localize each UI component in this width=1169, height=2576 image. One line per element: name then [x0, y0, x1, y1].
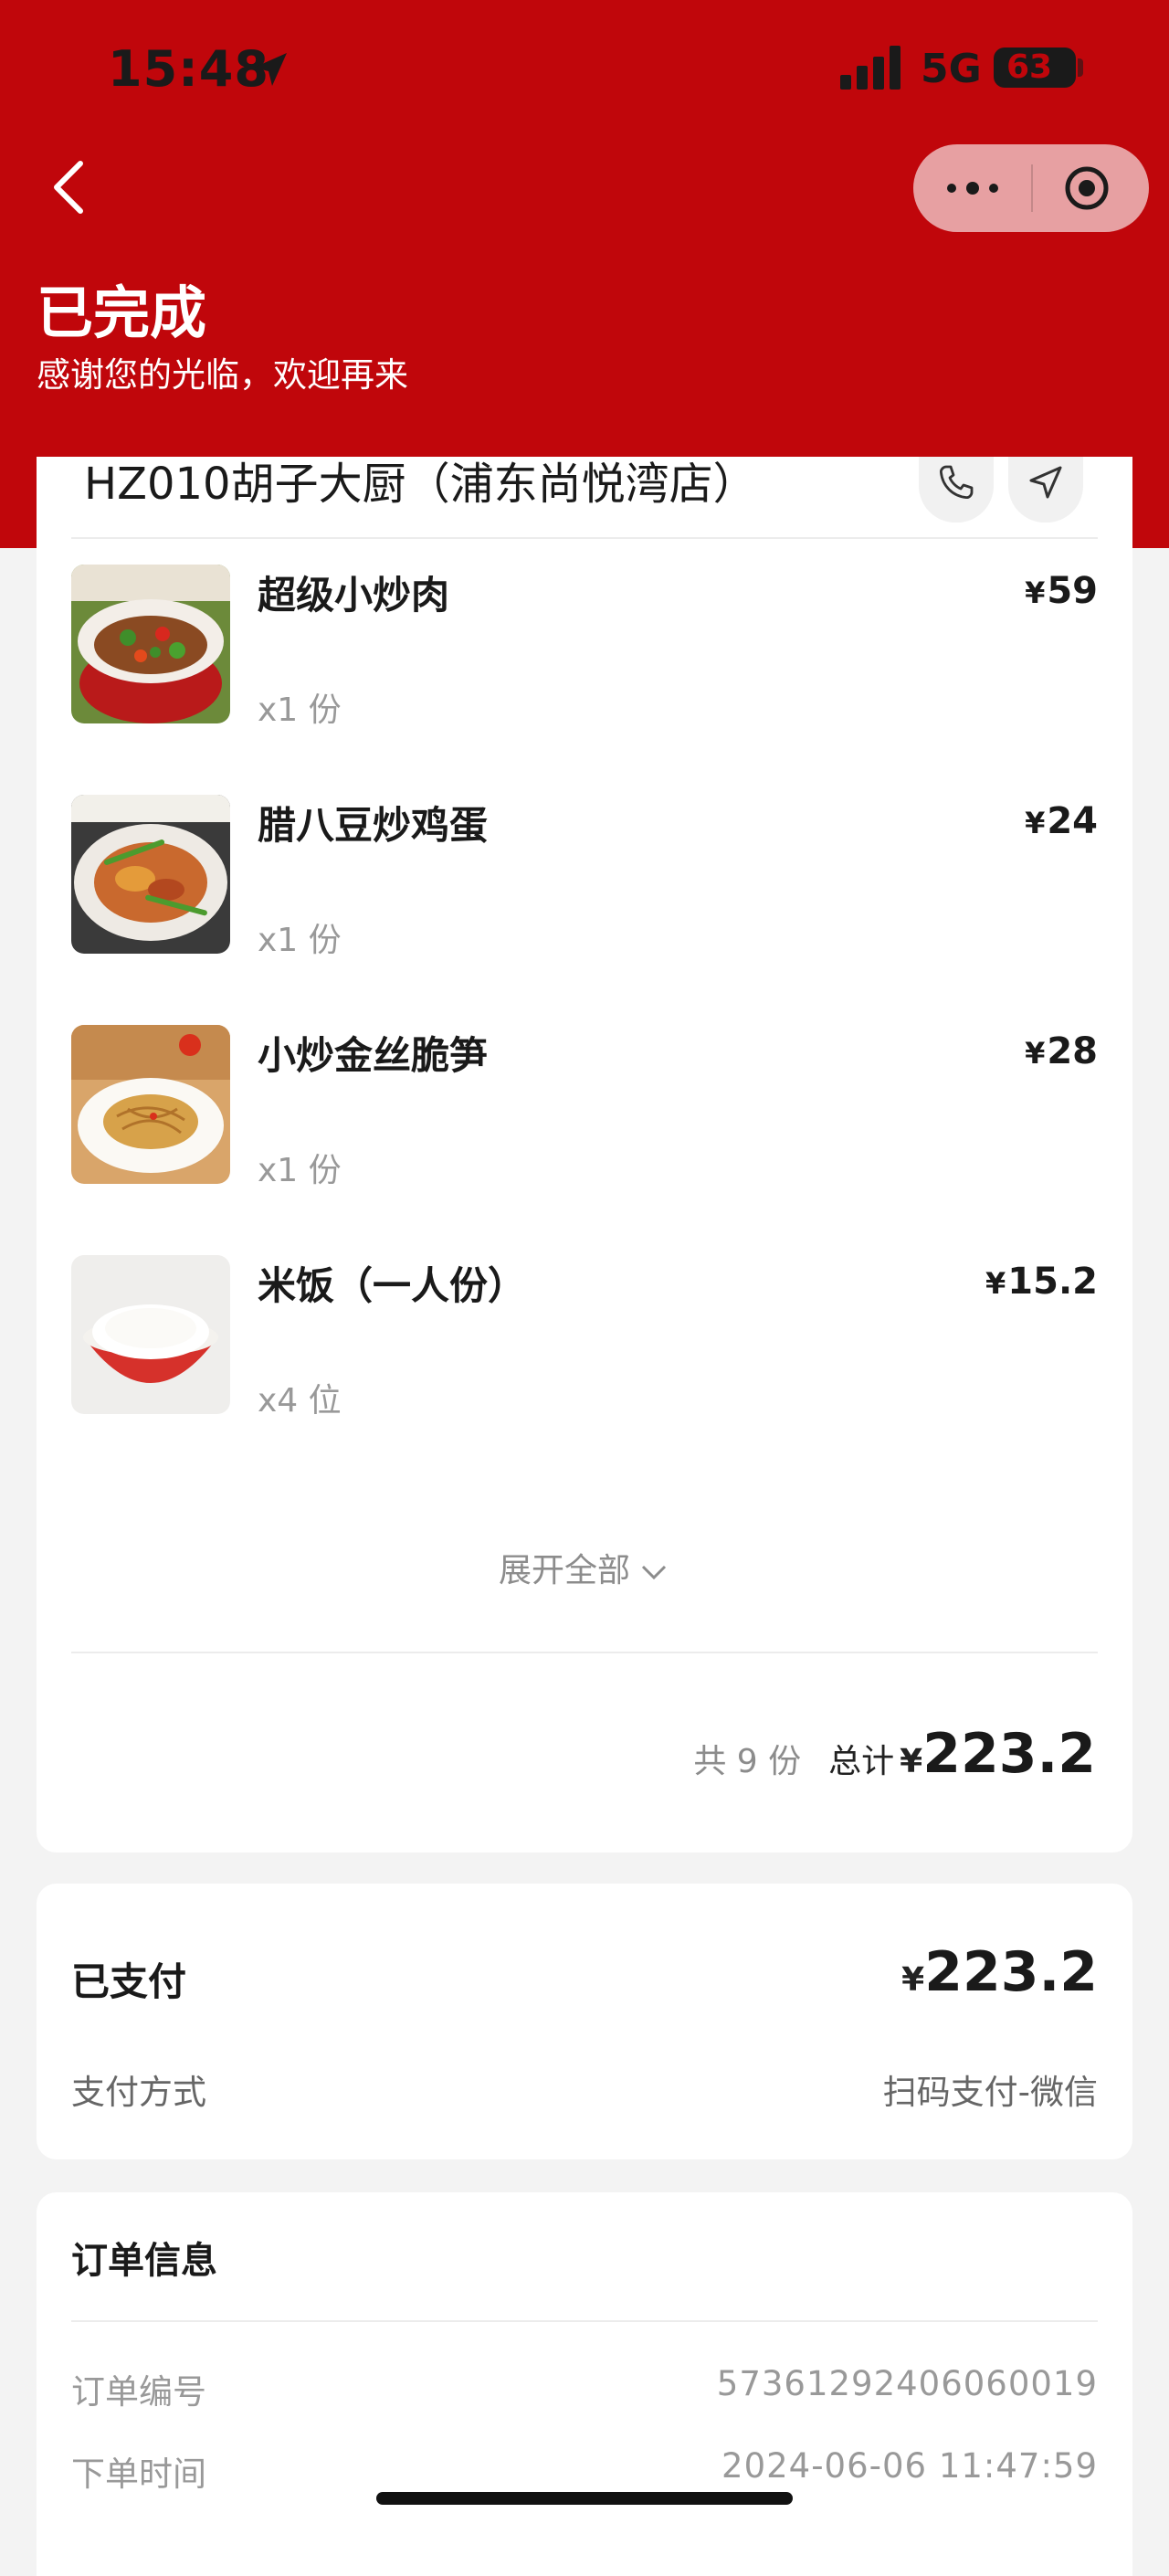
home-indicator[interactable] — [376, 2492, 793, 2505]
item-price-value: 28 — [1047, 1030, 1098, 1072]
order-items-card: HZ010胡子大厨（浦东尚悦湾店） 超级小炒肉 x1 份 ¥59 腊八豆炒鸡蛋 … — [37, 457, 1132, 1853]
capsule-divider — [1031, 164, 1033, 212]
item-name: 小炒金丝脆笋 — [258, 1033, 489, 1078]
currency-symbol: ¥ — [1025, 575, 1046, 610]
item-quantity: x1 份 — [258, 1152, 342, 1189]
total-label: 总计 — [828, 1743, 895, 1780]
list-item[interactable]: 超级小炒肉 x1 份 ¥59 — [71, 565, 1098, 729]
item-quantity: x1 份 — [258, 922, 342, 959]
item-price-value: 59 — [1047, 570, 1098, 612]
list-item[interactable]: 小炒金丝脆笋 x1 份 ¥28 — [71, 1025, 1098, 1189]
item-price: ¥24 — [1025, 800, 1098, 842]
item-price: ¥15.2 — [985, 1261, 1098, 1303]
status-time: 15:48 — [108, 40, 269, 98]
phone-icon — [939, 465, 974, 500]
order-info-title: 订单信息 — [71, 2240, 217, 2282]
paid-amount: ¥223.2 — [901, 1940, 1098, 2004]
item-name: 超级小炒肉 — [258, 573, 450, 618]
dish-image — [71, 1255, 230, 1414]
expand-all-button[interactable]: 展开全部 — [37, 1544, 1132, 1591]
payment-method-label: 支付方式 — [71, 2073, 206, 2112]
order-info-divider — [71, 2320, 1098, 2322]
chevron-down-icon — [641, 1565, 667, 1580]
total-amount: 223.2 — [922, 1722, 1096, 1786]
battery-icon: 63 — [994, 48, 1076, 88]
order-time-value: 2024-06-06 11:47:59 — [721, 2446, 1098, 2486]
order-info-card: 订单信息 订单编号 57361292406060019 下单时间 2024-06… — [37, 2192, 1132, 2576]
item-name: 米饭（一人份） — [258, 1263, 527, 1308]
page-subtitle: 感谢您的光临，欢迎再来 — [37, 355, 408, 395]
navigate-icon — [1029, 466, 1062, 499]
back-arrow-icon[interactable] — [37, 151, 100, 224]
battery-level: 63 — [1006, 48, 1053, 86]
item-price-value: 15.2 — [1007, 1261, 1098, 1303]
dish-image — [71, 795, 230, 954]
mini-program-capsule — [913, 144, 1149, 232]
dish-image — [71, 565, 230, 723]
payment-card: 已支付 ¥223.2 支付方式 扫码支付-微信 — [37, 1884, 1132, 2159]
item-name: 腊八豆炒鸡蛋 — [258, 803, 489, 848]
page-title: 已完成 — [37, 280, 207, 346]
item-price: ¥59 — [1025, 570, 1098, 612]
target-icon[interactable] — [1063, 164, 1111, 212]
call-store-button[interactable] — [919, 457, 994, 523]
more-dots-icon[interactable] — [941, 172, 1005, 205]
currency-symbol: ¥ — [900, 1743, 923, 1780]
item-quantity: x4 位 — [258, 1382, 342, 1420]
expand-label: 展开全部 — [498, 1552, 630, 1589]
dish-image — [71, 1025, 230, 1184]
navigate-store-button[interactable] — [1008, 457, 1083, 523]
order-time-label: 下单时间 — [71, 2455, 206, 2494]
payment-method-value: 扫码支付-微信 — [882, 2073, 1098, 2112]
order-number-value[interactable]: 57361292406060019 — [717, 2364, 1098, 2403]
battery-tip — [1078, 58, 1083, 77]
item-count: 共 9 份 — [693, 1743, 802, 1780]
paid-amount-value: 223.2 — [924, 1940, 1098, 2004]
signal-icon — [840, 46, 900, 90]
paid-label: 已支付 — [71, 1959, 187, 2004]
currency-symbol: ¥ — [1025, 1036, 1046, 1071]
item-quantity: x1 份 — [258, 692, 342, 729]
currency-symbol: ¥ — [901, 1961, 925, 1999]
order-number-label: 订单编号 — [71, 2372, 206, 2412]
item-price-value: 24 — [1047, 800, 1098, 842]
store-divider — [71, 537, 1098, 539]
currency-symbol: ¥ — [1025, 806, 1046, 840]
item-price: ¥28 — [1025, 1030, 1098, 1072]
location-arrow-icon — [254, 53, 287, 86]
list-item[interactable]: 米饭（一人份） x4 位 ¥15.2 — [71, 1255, 1098, 1420]
network-type: 5G — [921, 46, 982, 92]
order-summary: 共 9 份总计 ¥223.2 — [693, 1717, 1096, 1790]
summary-divider — [71, 1652, 1098, 1653]
store-name[interactable]: HZ010胡子大厨（浦东尚悦湾店） — [84, 457, 757, 537]
status-bar: 15:48 5G 63 — [0, 0, 1169, 137]
currency-symbol: ¥ — [985, 1266, 1006, 1301]
list-item[interactable]: 腊八豆炒鸡蛋 x1 份 ¥24 — [71, 795, 1098, 959]
